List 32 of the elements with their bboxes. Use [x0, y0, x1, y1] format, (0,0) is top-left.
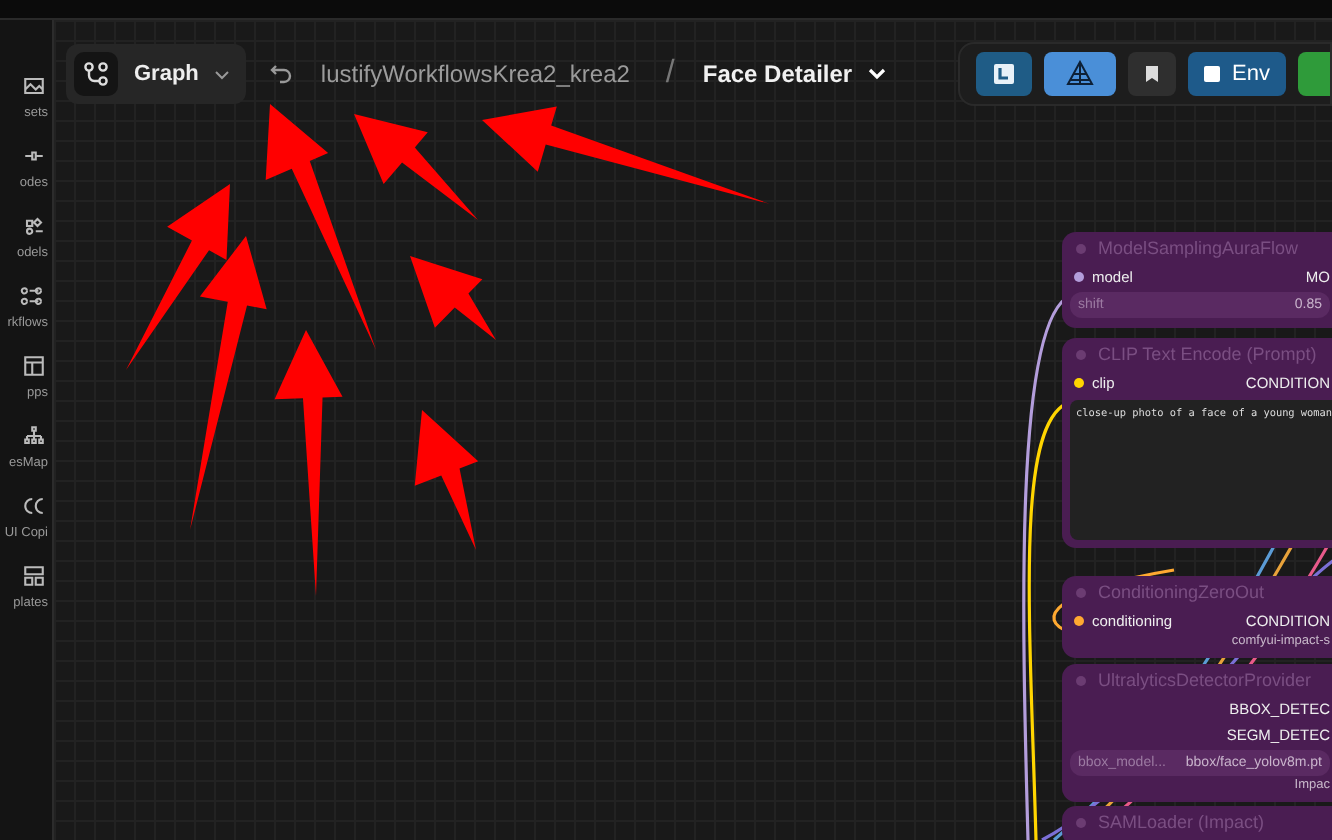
workflow-title-button[interactable]: Face Detailer — [702, 60, 887, 88]
pyramid-logo-icon — [1064, 60, 1097, 88]
breadcrumb-separator: / — [665, 56, 675, 92]
breadcrumb-link[interactable]: lustifyWorkflowsKrea2_krea2 — [320, 60, 630, 88]
toolbar-button[interactable] — [976, 52, 1033, 96]
sidebar-icon[interactable] — [20, 422, 48, 450]
sidebar-icon[interactable] — [20, 492, 48, 520]
sidebar-icon[interactable] — [20, 352, 48, 380]
square-icon — [1204, 66, 1221, 82]
annotation-arrow — [414, 410, 479, 550]
bookmark-icon — [1144, 64, 1161, 84]
sidebar-icon[interactable] — [20, 72, 48, 100]
input-slot[interactable] — [1074, 378, 1084, 388]
caret-icon — [868, 68, 887, 80]
undo-icon[interactable] — [270, 64, 293, 84]
env-button[interactable]: Env — [1188, 52, 1286, 96]
caret-icon — [214, 69, 231, 79]
sidebar-icon[interactable] — [20, 282, 48, 310]
node-dot-icon — [1076, 243, 1086, 253]
node-dot-icon — [1076, 587, 1086, 597]
input-slot[interactable] — [1074, 272, 1084, 282]
node-dot-icon — [1076, 675, 1086, 685]
input-slot[interactable] — [1074, 616, 1084, 626]
toolbar-button[interactable] — [1128, 52, 1177, 96]
sidebar-icon[interactable] — [20, 562, 48, 590]
graph-icon — [82, 60, 110, 88]
panel-icon — [992, 62, 1017, 86]
annotation-arrow — [410, 256, 496, 340]
node-dot-icon — [1076, 817, 1086, 827]
sidebar-icon[interactable] — [20, 212, 48, 240]
node-dot-icon — [1076, 349, 1086, 359]
graph-button[interactable]: Graph — [66, 44, 247, 104]
